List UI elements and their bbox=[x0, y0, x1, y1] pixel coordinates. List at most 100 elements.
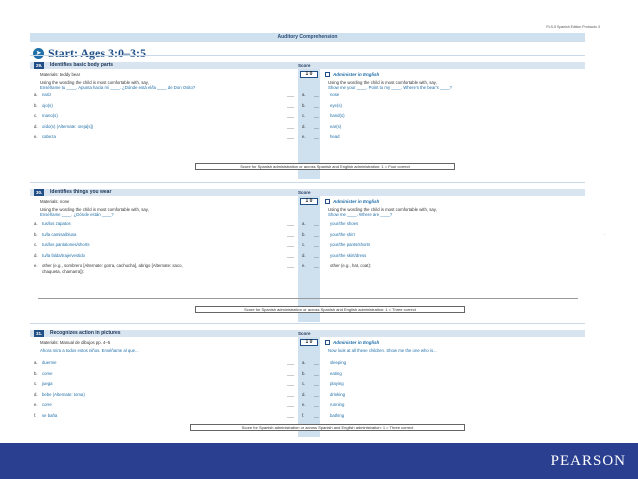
response-line[interactable]: __ bbox=[314, 360, 319, 365]
administer-english-checkbox[interactable] bbox=[325, 199, 330, 204]
response-line[interactable]: ___ bbox=[287, 413, 294, 418]
response-line[interactable]: ___ bbox=[287, 232, 294, 237]
option-letter: a. bbox=[302, 92, 306, 97]
prompt-english: Show me ____. Where are ____? bbox=[328, 212, 393, 217]
section-title: Auditory Comprehension bbox=[277, 34, 338, 40]
option-english: sleeping bbox=[330, 360, 347, 365]
score-box[interactable]: 1 0 bbox=[300, 71, 318, 78]
option-spanish: oído(s) (Alternate: oreja[s]) bbox=[42, 123, 94, 129]
option-letter: b. bbox=[302, 231, 306, 237]
response-line[interactable]: __ bbox=[314, 263, 319, 268]
option-letter: a. bbox=[302, 360, 306, 365]
response-line[interactable]: __ bbox=[314, 92, 319, 97]
response-line[interactable]: ___ bbox=[287, 263, 294, 268]
response-line[interactable]: ___ bbox=[287, 124, 294, 129]
materials-text: Materials: Manual de dibujos pp. 4–5 bbox=[40, 340, 111, 345]
option-spanish: tus/los zapatos bbox=[42, 221, 71, 226]
option-letter: c. bbox=[34, 113, 38, 118]
option-spanish: juega bbox=[42, 381, 53, 386]
option-spanish: tu/la camisa/blusa bbox=[42, 231, 77, 237]
write-in-line[interactable] bbox=[38, 298, 578, 299]
response-line[interactable]: __ bbox=[314, 134, 319, 139]
option-spanish: nariz bbox=[42, 92, 52, 97]
option-english: other (e.g., hat, coat): bbox=[330, 263, 372, 268]
materials-text: Materials: teddy bear bbox=[40, 72, 81, 77]
response-line[interactable]: ___ bbox=[287, 92, 294, 97]
score-label: Score bbox=[298, 190, 311, 195]
section-banner: Auditory Comprehension bbox=[30, 33, 585, 42]
option-letter: a. bbox=[34, 360, 38, 365]
administer-english-option[interactable]: Administer in English bbox=[325, 199, 379, 204]
item-panel: 30. Identifies things you wear Score 1 0 Adm… bbox=[30, 182, 585, 322]
option-letter: d. bbox=[302, 391, 306, 397]
option-english: your/the skirt/dress bbox=[330, 252, 367, 258]
option-english: drinking bbox=[330, 391, 346, 397]
response-line[interactable]: __ bbox=[314, 402, 319, 407]
item-panel: 31. Recognizes action in pictures Score 1 0… bbox=[30, 323, 585, 437]
score-note: Score for Spanish administration or acro… bbox=[190, 424, 465, 431]
score-note: Score for Spanish administration or acro… bbox=[195, 306, 465, 313]
option-letter: b. bbox=[302, 370, 306, 376]
item-number: 30. bbox=[34, 189, 45, 196]
response-line[interactable]: __ bbox=[314, 113, 319, 118]
administer-english-checkbox[interactable] bbox=[325, 340, 330, 345]
score-box[interactable]: 1 0 bbox=[300, 198, 318, 205]
panel-divider bbox=[30, 323, 585, 330]
score-label: Score bbox=[298, 331, 311, 336]
response-line[interactable]: ___ bbox=[287, 113, 294, 118]
option-letter: e. bbox=[302, 263, 306, 268]
option-spanish: duerme bbox=[42, 360, 57, 365]
option-english: bathing bbox=[330, 412, 345, 418]
response-line[interactable]: __ bbox=[314, 371, 319, 376]
response-line[interactable]: __ bbox=[314, 242, 319, 247]
response-line[interactable]: __ bbox=[314, 232, 319, 237]
response-line[interactable]: ___ bbox=[287, 253, 294, 258]
item-title: Identifies basic body parts bbox=[50, 62, 114, 68]
option-letter: e. bbox=[34, 263, 38, 268]
response-line[interactable]: ___ bbox=[287, 242, 294, 247]
option-letter: a. bbox=[302, 221, 306, 226]
prompt-spanish: Enséñame tu ____. Apunta hacia mi ____. … bbox=[40, 85, 196, 90]
response-line[interactable]: ___ bbox=[287, 381, 294, 386]
margin-mark: · bbox=[604, 232, 606, 237]
item-header: 29. Identifies basic body parts Score bbox=[30, 62, 585, 69]
option-english: your/the pants/shorts bbox=[330, 242, 371, 247]
option-letter: b. bbox=[302, 102, 306, 108]
option-letter: e. bbox=[34, 402, 38, 407]
response-line[interactable]: __ bbox=[314, 124, 319, 129]
option-letter: f. bbox=[34, 412, 37, 418]
response-line[interactable]: ___ bbox=[287, 371, 294, 376]
option-letter: c. bbox=[34, 242, 38, 247]
item-panel: 29. Identifies basic body parts Score 1 0 Ad… bbox=[30, 55, 585, 179]
response-line[interactable]: ___ bbox=[287, 360, 294, 365]
score-box[interactable]: 1 0 bbox=[300, 339, 318, 346]
item-header: 30. Identifies things you wear Score bbox=[30, 189, 585, 196]
score-column bbox=[298, 196, 320, 322]
response-line[interactable]: __ bbox=[314, 221, 319, 226]
panel-divider bbox=[30, 55, 585, 62]
option-spanish: bebe (Alternate: toma) bbox=[42, 391, 85, 397]
response-line[interactable]: __ bbox=[314, 103, 319, 108]
prompt-spanish: Enséñame ____. ¿Dónde están ____? bbox=[40, 212, 114, 217]
option-english: eye(s) bbox=[330, 102, 342, 108]
option-letter: e. bbox=[302, 134, 306, 139]
administer-english-option[interactable]: Administer in English bbox=[325, 340, 379, 345]
response-line[interactable]: __ bbox=[314, 253, 319, 258]
response-line[interactable]: ___ bbox=[287, 221, 294, 226]
option-spanish: other (e.g., sombrero [Alternate: gorra,… bbox=[42, 263, 183, 268]
option-letter: d. bbox=[34, 391, 38, 397]
option-letter: e. bbox=[34, 134, 38, 139]
administer-english-checkbox[interactable] bbox=[325, 72, 330, 77]
option-letter: d. bbox=[302, 252, 306, 258]
response-line[interactable]: ___ bbox=[287, 402, 294, 407]
response-line[interactable]: ___ bbox=[287, 103, 294, 108]
response-line[interactable]: ___ bbox=[287, 392, 294, 397]
item-title: Recognizes action in pictures bbox=[50, 330, 121, 336]
option-letter: c. bbox=[302, 381, 306, 386]
response-line[interactable]: __ bbox=[314, 381, 319, 386]
option-letter: b. bbox=[34, 231, 38, 237]
response-line[interactable]: __ bbox=[314, 392, 319, 397]
response-line[interactable]: ___ bbox=[287, 134, 294, 139]
response-line[interactable]: __ bbox=[314, 413, 319, 418]
administer-english-option[interactable]: Administer in English bbox=[325, 72, 379, 77]
